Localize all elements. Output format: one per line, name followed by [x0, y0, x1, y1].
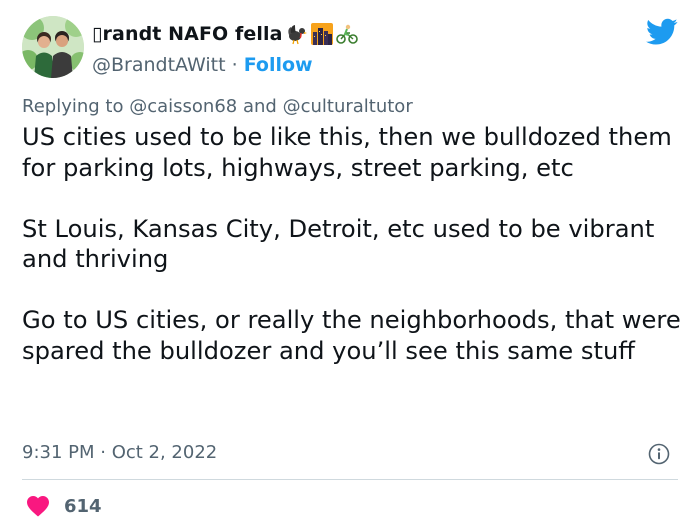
like-button[interactable]: 614 — [26, 493, 102, 519]
tweet-timestamp[interactable]: 9:31 PM · Oct 2, 2022 — [22, 440, 217, 466]
tweet-paragraph: St Louis, Kansas City, Detroit, etc used… — [22, 214, 655, 274]
tweet-text: US cities used to be like this, then we … — [22, 122, 682, 366]
avatar[interactable] — [22, 16, 84, 78]
reply-user-2[interactable]: @culturaltutor — [283, 96, 413, 117]
handle-row: @BrandtAWitt · Follow — [92, 52, 358, 78]
display-name-row: ▯randt NAFO fella — [92, 18, 358, 50]
follow-button[interactable]: Follow — [244, 54, 313, 76]
cyclist-emoji-icon — [335, 24, 358, 44]
tweet-paragraph: Go to US cities, or really the neighborh… — [22, 306, 681, 365]
tweet-paragraph: US cities used to be like this, then we … — [22, 123, 672, 182]
divider — [22, 479, 678, 480]
like-count: 614 — [64, 495, 102, 517]
tweet-header: ▯randt NAFO fella @BrandtAWitt · Follow — [22, 16, 682, 80]
info-icon[interactable] — [648, 443, 670, 465]
replying-prefix: Replying to — [22, 96, 124, 117]
handle[interactable]: @BrandtAWitt — [92, 54, 226, 76]
reply-conjunction: and — [242, 96, 277, 117]
author-names: ▯randt NAFO fella @BrandtAWitt · Follow — [92, 18, 358, 78]
city-night-emoji-icon — [310, 23, 333, 45]
turkey-emoji-icon — [287, 25, 307, 45]
heart-icon — [27, 496, 49, 517]
twitter-bird-icon[interactable] — [646, 18, 678, 46]
reply-user-1[interactable]: @caisson68 — [129, 96, 237, 117]
handle-separator: · — [231, 54, 238, 76]
reply-context: Replying to @caisson68 and @culturaltuto… — [22, 94, 413, 120]
display-name[interactable]: ▯randt NAFO fella — [92, 23, 283, 45]
tweet-card: ▯randt NAFO fella @BrandtAWitt · Follow … — [0, 0, 700, 532]
